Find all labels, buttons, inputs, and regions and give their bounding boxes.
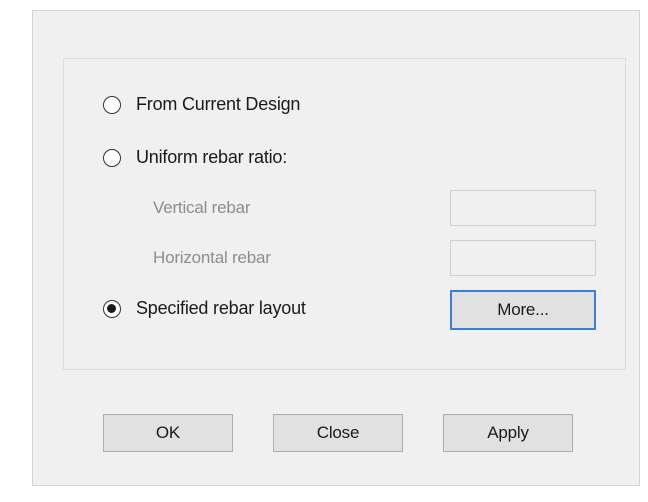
- vertical-rebar-label: Vertical rebar: [153, 198, 251, 217]
- option-specified-rebar-layout[interactable]: Specified rebar layout: [103, 298, 306, 319]
- apply-button[interactable]: Apply: [443, 414, 573, 452]
- horizontal-rebar-field[interactable]: [450, 240, 596, 276]
- from-current-design-label: From Current Design: [136, 94, 301, 114]
- specified-rebar-layout-radio[interactable]: [103, 299, 121, 318]
- option-from-current-design[interactable]: From Current Design: [103, 94, 300, 115]
- ok-button[interactable]: OK: [103, 414, 233, 452]
- uniform-rebar-ratio-label: Uniform rebar ratio:: [136, 147, 288, 167]
- more-button[interactable]: More...: [450, 290, 596, 330]
- from-current-design-radio[interactable]: [103, 95, 121, 114]
- uniform-rebar-ratio-radio[interactable]: [103, 148, 121, 167]
- close-button[interactable]: Close: [273, 414, 403, 452]
- option-uniform-rebar-ratio[interactable]: Uniform rebar ratio:: [103, 147, 287, 168]
- horizontal-rebar-label: Horizontal rebar: [153, 248, 271, 267]
- vertical-rebar-field[interactable]: [450, 190, 596, 226]
- specified-rebar-layout-label: Specified rebar layout: [136, 298, 306, 318]
